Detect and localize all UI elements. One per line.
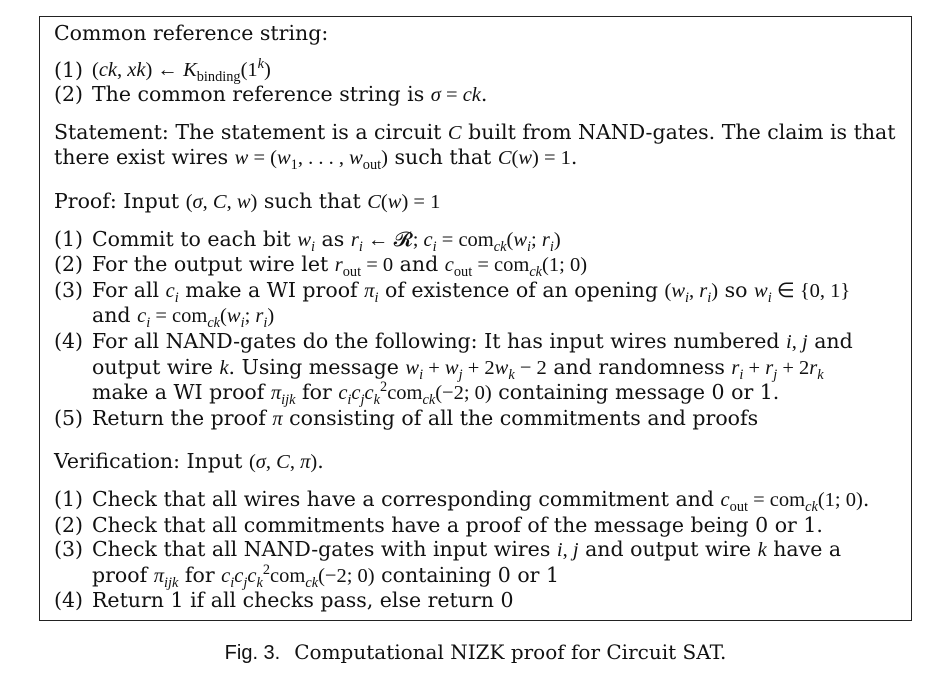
proof-heading: Proof: Input (σ, C, w) such that C(w) = … xyxy=(54,188,441,213)
crs-item-1-formula: (ck, xk) ← Kbinding(1k) xyxy=(92,55,271,85)
crs-item-2-num: (2) xyxy=(54,82,84,107)
verification-item-3: (3) Check that all NAND-gates with input… xyxy=(54,537,842,591)
caption-text: Computational NIZK proof for Circuit SAT… xyxy=(294,640,727,664)
proof-item-1-text: Commit to each bit xyxy=(92,226,291,251)
proof-item-3-text-d: so xyxy=(724,277,748,302)
proof-heading-text: Proof: Input xyxy=(54,188,180,213)
proof-item-4-text-h: containing message 0 or 1. xyxy=(498,380,780,405)
proof-item-4-text-b: and xyxy=(814,328,853,353)
verification-item-3-text: Check that all NAND-gates with input wir… xyxy=(92,537,551,562)
verification-item-1-text: Check that all wires have a correspondin… xyxy=(92,486,715,511)
proof-item-4: (4) For all NAND-gates do the following:… xyxy=(54,328,853,409)
proof-item-2-text: For the output wire let xyxy=(92,252,329,277)
statement-text-2: there exist wires xyxy=(54,145,229,170)
verification-item-3-text-b: and output wire xyxy=(585,537,752,562)
verification-item-3-text-d: proof xyxy=(92,562,148,587)
verification-item-1: (1) Check that all wires have a correspo… xyxy=(54,486,870,515)
proof-item-3-num: (3) xyxy=(54,277,84,302)
proof-item-3: (3) For all ci make a WI proof πi of exi… xyxy=(54,277,851,332)
proof-item-3-text-e: and xyxy=(92,303,131,328)
proof-item-5-num: (5) xyxy=(54,405,84,430)
verification-item-4: (4) Return 1 if all checks pass, else re… xyxy=(54,588,897,613)
proof-item-4-text-d: . Using message xyxy=(228,354,399,379)
verification-item-2-num: (2) xyxy=(54,512,84,537)
verification-item-4-num: (4) xyxy=(54,588,84,613)
statement-text-1b: built from NAND-gates. The claim is that xyxy=(468,119,896,144)
verification-heading-text: Verification: Input xyxy=(54,449,243,474)
verification-item-3-text-f: containing 0 or 1 xyxy=(381,562,560,587)
proof-item-4-text-e: and randomness xyxy=(553,354,725,379)
verification-item-3-text-e: for xyxy=(184,562,215,587)
statement-text-1: The statement is a circuit xyxy=(175,119,442,144)
caption-label: Fig. 3. xyxy=(224,642,281,664)
proof-item-1-num: (1) xyxy=(54,226,84,251)
protocol-box: Common reference string: (1) (ck, xk) ← … xyxy=(39,16,912,621)
crs-item-1: (1) (ck, xk) ← Kbinding(1k) xyxy=(54,55,897,85)
proof-item-4-text-c: output wire xyxy=(92,354,213,379)
verification-item-1-num: (1) xyxy=(54,486,84,511)
proof-item-4-num: (4) xyxy=(54,328,84,353)
statement-line-2: there exist wires w = (w1, . . . , wout)… xyxy=(54,145,578,174)
verification-item-4-text: Return 1 if all checks pass, else return… xyxy=(92,588,514,613)
statement-label: Statement: xyxy=(54,119,169,144)
proof-item-2: (2) For the output wire let rout = 0 and… xyxy=(54,252,588,281)
proof-item-1: (1) Commit to each bit wi as ri ← 𝓡; ci … xyxy=(54,226,561,255)
proof-item-3-text-c: of existence of an opening xyxy=(384,277,658,302)
proof-item-2-text-b: and xyxy=(399,252,439,277)
proof-item-2-num: (2) xyxy=(54,252,84,277)
verification-item-2: (2) Check that all commitments have a pr… xyxy=(54,513,897,538)
statement-text-2b: such that xyxy=(394,145,492,170)
verification-item-2-text: Check that all commitments have a proof … xyxy=(92,512,823,537)
crs-heading: Common reference string: xyxy=(54,21,329,45)
proof-item-5-text-b: consisting of all the commitments and pr… xyxy=(289,405,759,430)
crs-item-2: (2) The common reference string is σ = c… xyxy=(54,82,488,107)
proof-item-3-text: For all xyxy=(92,277,160,302)
verification-item-3-num: (3) xyxy=(54,537,84,562)
proof-heading-text-b: such that xyxy=(263,188,361,213)
figure-caption: Fig. 3. Computational NIZK proof for Circ… xyxy=(0,640,951,665)
crs-item-2-text: The common reference string is xyxy=(92,82,425,107)
proof-item-4-text: For all NAND-gates do the following: It … xyxy=(92,328,780,353)
proof-item-5-text: Return the proof xyxy=(92,405,266,430)
proof-item-4-text-f: make a WI proof xyxy=(92,380,265,405)
proof-item-5: (5) Return the proof π consisting of all… xyxy=(54,405,759,430)
verification-item-3-text-c: have a xyxy=(773,537,842,562)
statement-line-1: Statement: The statement is a circuit C … xyxy=(54,119,896,144)
crs-item-1-num: (1) xyxy=(54,57,84,82)
proof-item-1-text-b: as xyxy=(321,226,345,251)
proof-item-3-text-b: make a WI proof xyxy=(185,277,358,302)
proof-item-4-text-g: for xyxy=(302,380,332,405)
verification-heading: Verification: Input (σ, C, π). xyxy=(54,449,324,474)
